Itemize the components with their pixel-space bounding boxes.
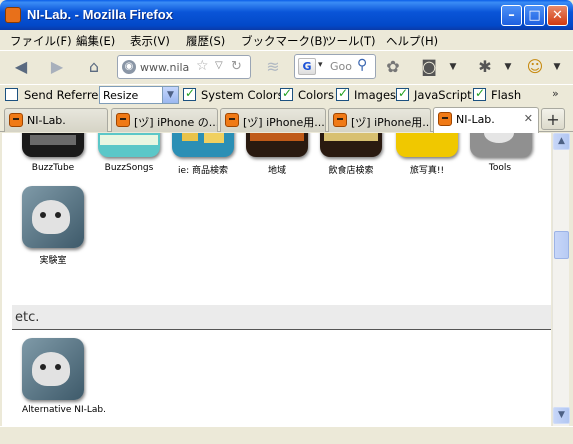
tab-iphone-1[interactable]: [ヅ] iPhone の...	[111, 108, 218, 132]
buzztube-thumbnail[interactable]	[22, 133, 84, 157]
javascript-checkbox[interactable]	[396, 86, 409, 101]
url-bar[interactable]: ◉ www.nilab ☆ ▽ ↻	[117, 55, 251, 79]
forward-arrow-icon[interactable]: ▶	[46, 56, 68, 78]
area-thumbnail[interactable]	[246, 133, 308, 157]
tools-thumbnail[interactable]	[470, 133, 532, 157]
tab-label: [ヅ] iPhone用...	[351, 116, 431, 129]
menu-tools[interactable]: ツール(T)	[325, 33, 376, 49]
system-colors-label: System Colors	[201, 88, 284, 102]
javascript-label: JavaScript	[414, 88, 472, 102]
camera-dropdown-icon[interactable]: ▼	[442, 56, 464, 78]
search-bar[interactable]: G ▾ Goo ⚲	[294, 54, 376, 79]
ie-search-thumbnail[interactable]	[172, 133, 234, 157]
menu-view[interactable]: 表示(V)	[130, 33, 170, 49]
greasemonkey-dropdown-icon[interactable]: ▼	[546, 56, 568, 78]
scrollbar-thumb[interactable]	[554, 231, 569, 259]
firefox-icon	[5, 7, 21, 23]
images-checkbox[interactable]	[336, 86, 349, 101]
alternative-nilab-thumbnail[interactable]	[22, 338, 84, 400]
home-icon[interactable]: ⌂	[83, 56, 105, 78]
menu-edit[interactable]: 編集(E)	[76, 33, 115, 49]
section-title-etc: etc.	[15, 310, 40, 325]
section-header-etc: etc.	[12, 305, 551, 330]
tab-nilab-active[interactable]: NI-Lab. ✕	[433, 107, 539, 133]
page-content: BuzzTube BuzzSongs ie: 商品検索 地域 飲食店検索 旅写真…	[2, 133, 551, 426]
chevron-down-icon[interactable]: ▼	[162, 87, 178, 103]
google-search-engine-icon[interactable]: G	[298, 58, 316, 75]
toolbar-overflow-chevron-icon[interactable]: »	[552, 87, 559, 100]
status-bar	[0, 426, 573, 444]
tab-iphone-2[interactable]: [ヅ] iPhone用...	[220, 108, 326, 132]
search-engine-dropdown-icon[interactable]: ▾	[318, 60, 323, 70]
tab-label: NI-Lab.	[27, 114, 66, 127]
menu-help[interactable]: ヘルプ(H)	[386, 33, 438, 49]
close-tab-icon[interactable]: ✕	[524, 112, 533, 125]
tab-label: [ヅ] iPhone用...	[243, 116, 325, 129]
pumpkin-favicon-icon	[116, 113, 130, 127]
resize-select-value: Resize	[103, 89, 139, 102]
colors-label: Colors	[298, 88, 335, 102]
images-label: Images	[354, 88, 397, 102]
area-label[interactable]: 地域	[236, 163, 318, 176]
menu-bookmarks[interactable]: ブックマーク(B)	[241, 33, 327, 49]
url-text: www.nilab	[140, 61, 190, 74]
tab-label: NI-Lab.	[456, 113, 495, 126]
pumpkin-favicon-icon	[438, 112, 452, 126]
bookmark-star-icon[interactable]: ☆	[196, 58, 209, 74]
reload-icon[interactable]: ↻	[231, 59, 242, 74]
url-dropdown-icon[interactable]: ▽	[215, 60, 223, 71]
flash-label: Flash	[491, 88, 522, 102]
navigation-toolbar: ◀ ▶ ⌂ ≋ ✿ ◙ ▼ ✱ ▼ ☺ ▼	[0, 50, 573, 84]
globe-icon: ◉	[122, 60, 136, 74]
scroll-down-arrow-icon[interactable]: ▼	[553, 407, 570, 424]
tools-label[interactable]: Tools	[459, 163, 541, 173]
buzztube-label[interactable]: BuzzTube	[12, 163, 94, 173]
menu-file[interactable]: ファイル(F)	[10, 33, 72, 49]
colors-checkbox[interactable]	[280, 86, 293, 101]
new-tab-button[interactable]: +	[541, 108, 565, 130]
buzzsongs-label[interactable]: BuzzSongs	[88, 163, 170, 173]
back-arrow-icon[interactable]: ◀	[10, 56, 32, 78]
restaurant-search-thumbnail[interactable]	[320, 133, 382, 157]
ie-search-label[interactable]: ie: 商品検索	[162, 163, 244, 176]
firebug-icon[interactable]: ✱	[474, 56, 496, 78]
pumpkin-favicon-icon	[225, 113, 239, 127]
pumpkin-favicon-icon	[333, 113, 347, 127]
greasemonkey-icon[interactable]: ☺	[524, 56, 546, 78]
menu-history[interactable]: 履歴(S)	[186, 33, 225, 49]
search-icon[interactable]: ⚲	[357, 57, 367, 73]
screenshot-camera-icon[interactable]: ◙	[418, 56, 440, 78]
send-referrer-label: Send Referrer	[24, 88, 104, 102]
alternative-nilab-label[interactable]: Alternative NI-Lab.	[12, 405, 122, 415]
travel-photos-thumbnail[interactable]	[396, 133, 458, 157]
system-colors-checkbox[interactable]	[183, 86, 196, 101]
maximize-button[interactable]: □	[524, 5, 545, 26]
title-bar: NI-Lab. - Mozilla Firefox – □ ✕	[0, 0, 573, 30]
buzzsongs-thumbnail[interactable]	[98, 133, 160, 157]
flash-checkbox[interactable]	[473, 86, 486, 101]
firebug-dropdown-icon[interactable]: ▼	[497, 56, 519, 78]
lab-thumbnail[interactable]	[22, 186, 84, 248]
vertical-scrollbar[interactable]: ▲ ▼	[552, 133, 570, 426]
send-referrer-checkbox[interactable]	[5, 88, 18, 101]
rss-feed-icon[interactable]: ≋	[262, 56, 284, 78]
restaurant-search-label[interactable]: 飲食店検索	[310, 163, 392, 176]
travel-photos-label[interactable]: 旅写真!!	[386, 163, 468, 176]
window-title: NI-Lab. - Mozilla Firefox	[27, 7, 173, 22]
scroll-up-arrow-icon[interactable]: ▲	[553, 133, 570, 150]
tab-label: [ヅ] iPhone の...	[134, 116, 218, 129]
resize-select[interactable]: Resize ▼	[99, 86, 179, 104]
lab-label[interactable]: 実験室	[12, 253, 94, 266]
search-placeholder: Goo	[330, 60, 352, 73]
extension-icon[interactable]: ✿	[382, 56, 404, 78]
minimize-button[interactable]: –	[501, 5, 522, 26]
menu-bar: ファイル(F) 編集(E) 表示(V) 履歴(S) ブックマーク(B) ツール(…	[0, 30, 573, 50]
tab-iphone-3[interactable]: [ヅ] iPhone用...	[328, 108, 431, 132]
pumpkin-favicon-icon	[9, 113, 23, 127]
tab-nilab-1[interactable]: NI-Lab.	[4, 108, 108, 132]
close-button[interactable]: ✕	[547, 5, 568, 26]
